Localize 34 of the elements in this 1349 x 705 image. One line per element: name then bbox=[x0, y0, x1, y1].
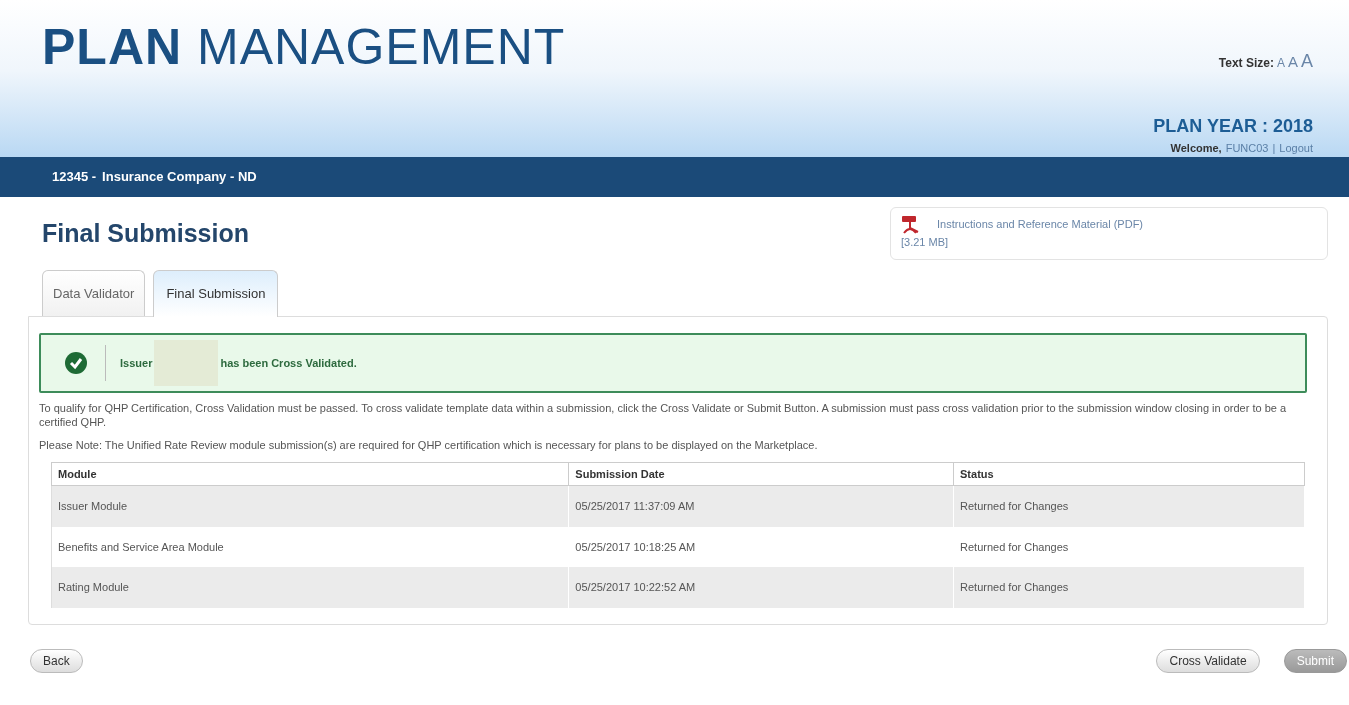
table-cell: 05/25/2017 10:22:52 AM bbox=[568, 567, 954, 608]
table-cell: Returned for Changes bbox=[953, 485, 1305, 527]
alert-text: has been Cross Validated. bbox=[220, 355, 357, 371]
logout-link[interactable]: Logout bbox=[1279, 140, 1313, 157]
reference-link[interactable]: Instructions and Reference Material (PDF) bbox=[937, 216, 1144, 233]
alert-text: Issuer bbox=[120, 355, 153, 371]
org-name: Insurance Company - ND bbox=[102, 168, 257, 187]
table-cell: Returned for Changes bbox=[953, 567, 1305, 608]
table-cell: Issuer Module bbox=[51, 485, 569, 527]
text-size-label: Text Size: bbox=[1218, 55, 1274, 72]
user-name: FUNC03 bbox=[1225, 141, 1269, 156]
tab[interactable]: Data Validator bbox=[42, 269, 146, 316]
pdf-icon bbox=[901, 216, 921, 234]
table-cell: Rating Module bbox=[51, 567, 569, 608]
org-id: 12345 - bbox=[52, 168, 97, 187]
tab[interactable]: Final Submission bbox=[153, 269, 279, 317]
info-paragraph: Please Note: The Unified Rate Review module submission(s) are required for QHP certification which is necessary for plans to be displayed on the Marketplace. bbox=[39, 437, 819, 452]
text-size-option[interactable]: A bbox=[1287, 51, 1298, 74]
file-size: [3.21 MB] bbox=[901, 235, 950, 250]
info-paragraph: To qualify for QHP Certification, Cross Validation must be passed. To cross validate template data within a submission, click the Cross Validate or Submit Button. A submission must pass cross validation prior to the submission window closing in order to be a certified QHP. bbox=[39, 401, 1288, 430]
table-cell: 05/25/2017 11:37:09 AM bbox=[568, 485, 954, 527]
text-size-option[interactable]: A bbox=[1301, 48, 1313, 75]
back-button[interactable]: Back bbox=[30, 648, 83, 673]
column-header: Module bbox=[51, 462, 569, 486]
separator: | bbox=[1272, 141, 1276, 156]
plan-year: PLAN YEAR : 2018 bbox=[1153, 115, 1313, 138]
column-header: Status bbox=[953, 462, 1305, 486]
app-title: PLAN MANAGEMENT bbox=[42, 22, 566, 77]
page-title: Final Submission bbox=[42, 218, 249, 249]
check-circle-icon bbox=[65, 352, 87, 374]
welcome-label: Welcome, bbox=[1170, 141, 1222, 156]
column-header: Submission Date bbox=[568, 462, 954, 486]
cross-validate-button[interactable]: Cross Validate bbox=[1156, 648, 1260, 673]
text-size-option[interactable]: A bbox=[1276, 54, 1285, 72]
